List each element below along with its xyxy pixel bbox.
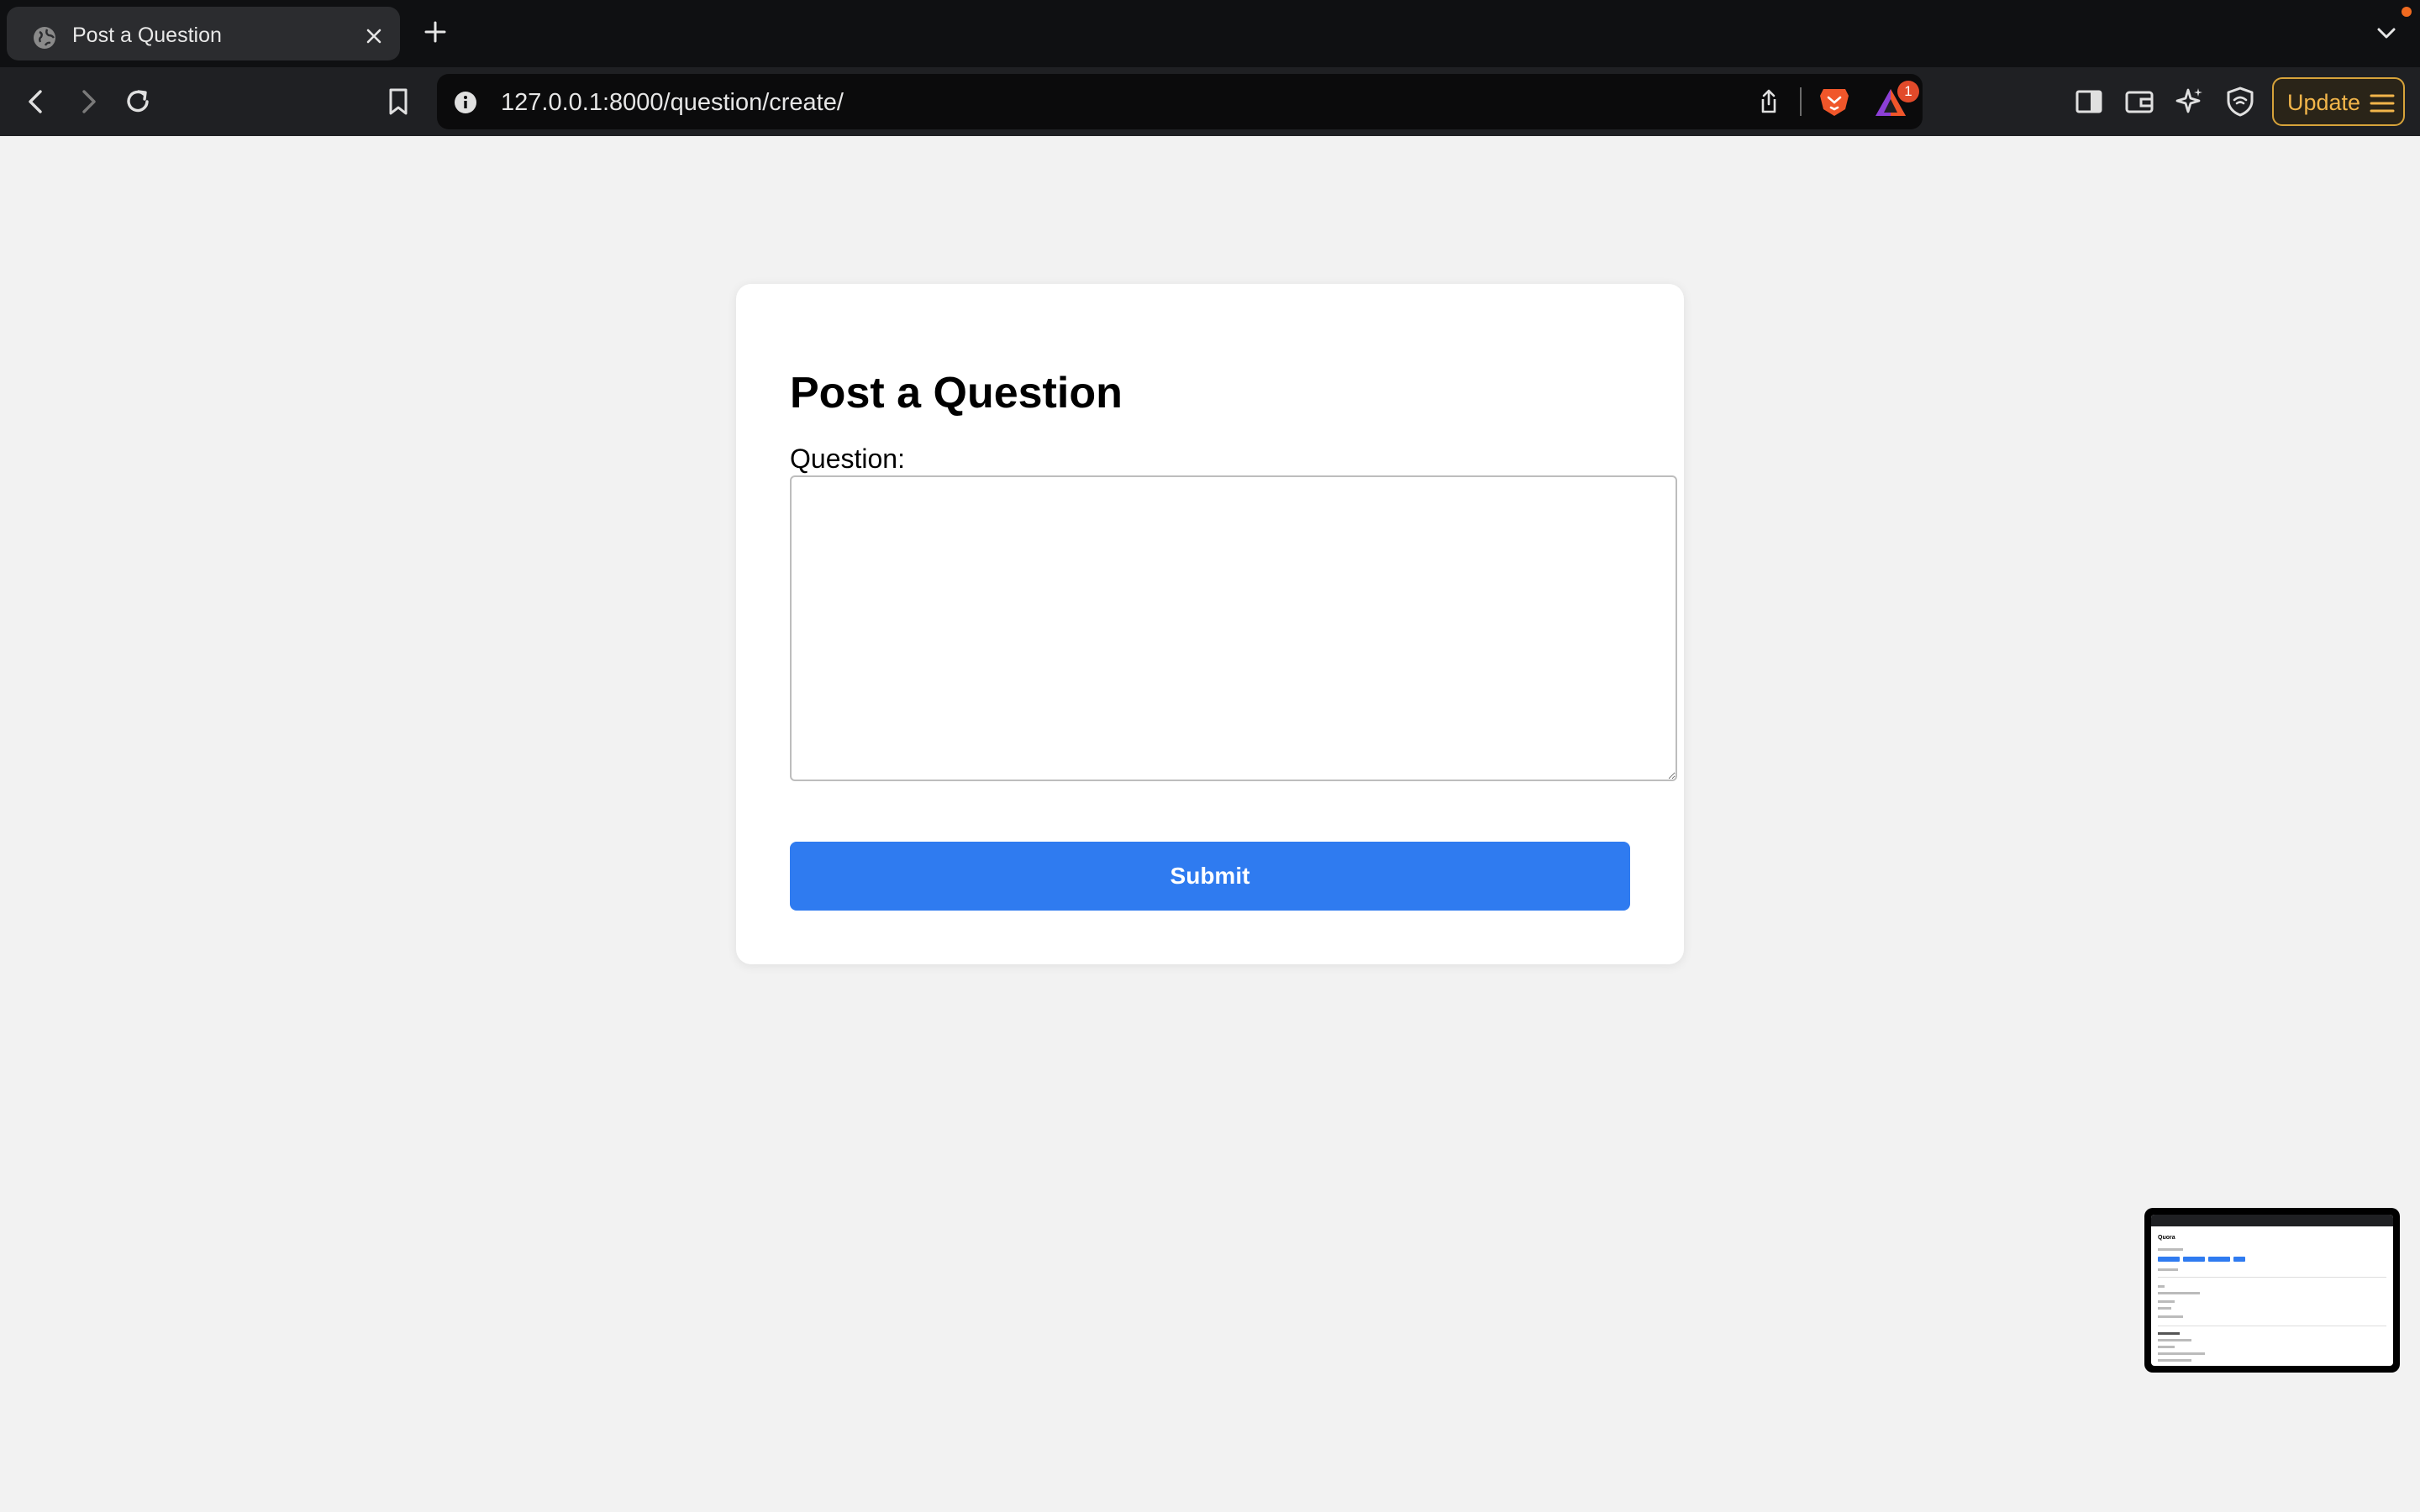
window-preview-thumbnail[interactable]: Quora xyxy=(2144,1208,2400,1373)
thumbnail-content: Quora xyxy=(2151,1215,2393,1366)
thumbnail-button xyxy=(2183,1257,2205,1262)
thumbnail-title: Quora xyxy=(2158,1235,2175,1241)
browser-toolbar: 127.0.0.1:8000/question/create/ 1 Update xyxy=(0,67,2420,136)
update-button[interactable]: Update xyxy=(2272,77,2405,126)
globe-icon xyxy=(34,27,55,49)
submit-button[interactable]: Submit xyxy=(790,842,1630,911)
thumbnail-line xyxy=(2158,1332,2180,1335)
thumbnail-line xyxy=(2158,1315,2183,1318)
reload-icon[interactable] xyxy=(119,83,156,120)
share-icon[interactable] xyxy=(1754,87,1783,116)
question-label: Question: xyxy=(790,444,905,474)
tab-bar: Post a Question xyxy=(0,0,2420,67)
thumbnail-button xyxy=(2208,1257,2230,1262)
rewards-badge: 1 xyxy=(1897,81,1919,102)
thumbnail-line xyxy=(2158,1307,2171,1310)
menu-icon xyxy=(2370,94,2395,113)
question-form-card: Post a Question Question: Submit xyxy=(736,284,1684,964)
thumbnail-toolbar xyxy=(2151,1215,2393,1226)
thumbnail-divider xyxy=(2158,1277,2386,1278)
back-icon[interactable] xyxy=(18,83,55,120)
divider xyxy=(1800,87,1802,116)
wallet-icon[interactable] xyxy=(2121,83,2158,120)
question-textarea[interactable] xyxy=(790,475,1677,781)
close-icon[interactable] xyxy=(360,22,388,50)
thumbnail-line xyxy=(2158,1292,2200,1294)
browser-tab[interactable]: Post a Question xyxy=(7,7,400,60)
tab-title: Post a Question xyxy=(72,24,222,47)
thumbnail-line xyxy=(2158,1268,2178,1271)
update-label: Update xyxy=(2287,90,2361,115)
thumbnail-line xyxy=(2158,1352,2205,1355)
info-icon[interactable] xyxy=(454,91,477,114)
page-title: Post a Question xyxy=(790,369,1123,417)
bookmark-icon[interactable] xyxy=(380,83,417,120)
forward-icon[interactable] xyxy=(69,83,106,120)
notification-dot xyxy=(2402,7,2412,17)
thumbnail-line xyxy=(2158,1359,2191,1362)
thumbnail-button xyxy=(2158,1257,2180,1262)
thumbnail-line xyxy=(2158,1339,2191,1341)
thumbnail-line xyxy=(2158,1300,2175,1303)
thumbnail-button xyxy=(2233,1257,2245,1262)
thumbnail-line xyxy=(2158,1346,2175,1348)
sidebar-icon[interactable] xyxy=(2070,83,2107,120)
vpn-shield-icon[interactable] xyxy=(2222,83,2259,120)
chevron-down-icon[interactable] xyxy=(2371,18,2402,49)
brave-lion-icon[interactable] xyxy=(1817,84,1852,119)
plus-icon[interactable] xyxy=(420,17,450,47)
thumbnail-line xyxy=(2158,1285,2165,1288)
thumbnail-line xyxy=(2158,1248,2183,1251)
address-bar[interactable]: 127.0.0.1:8000/question/create/ 1 xyxy=(437,74,1923,129)
url-text[interactable]: 127.0.0.1:8000/question/create/ xyxy=(501,89,844,117)
leo-ai-icon[interactable] xyxy=(2171,83,2208,120)
